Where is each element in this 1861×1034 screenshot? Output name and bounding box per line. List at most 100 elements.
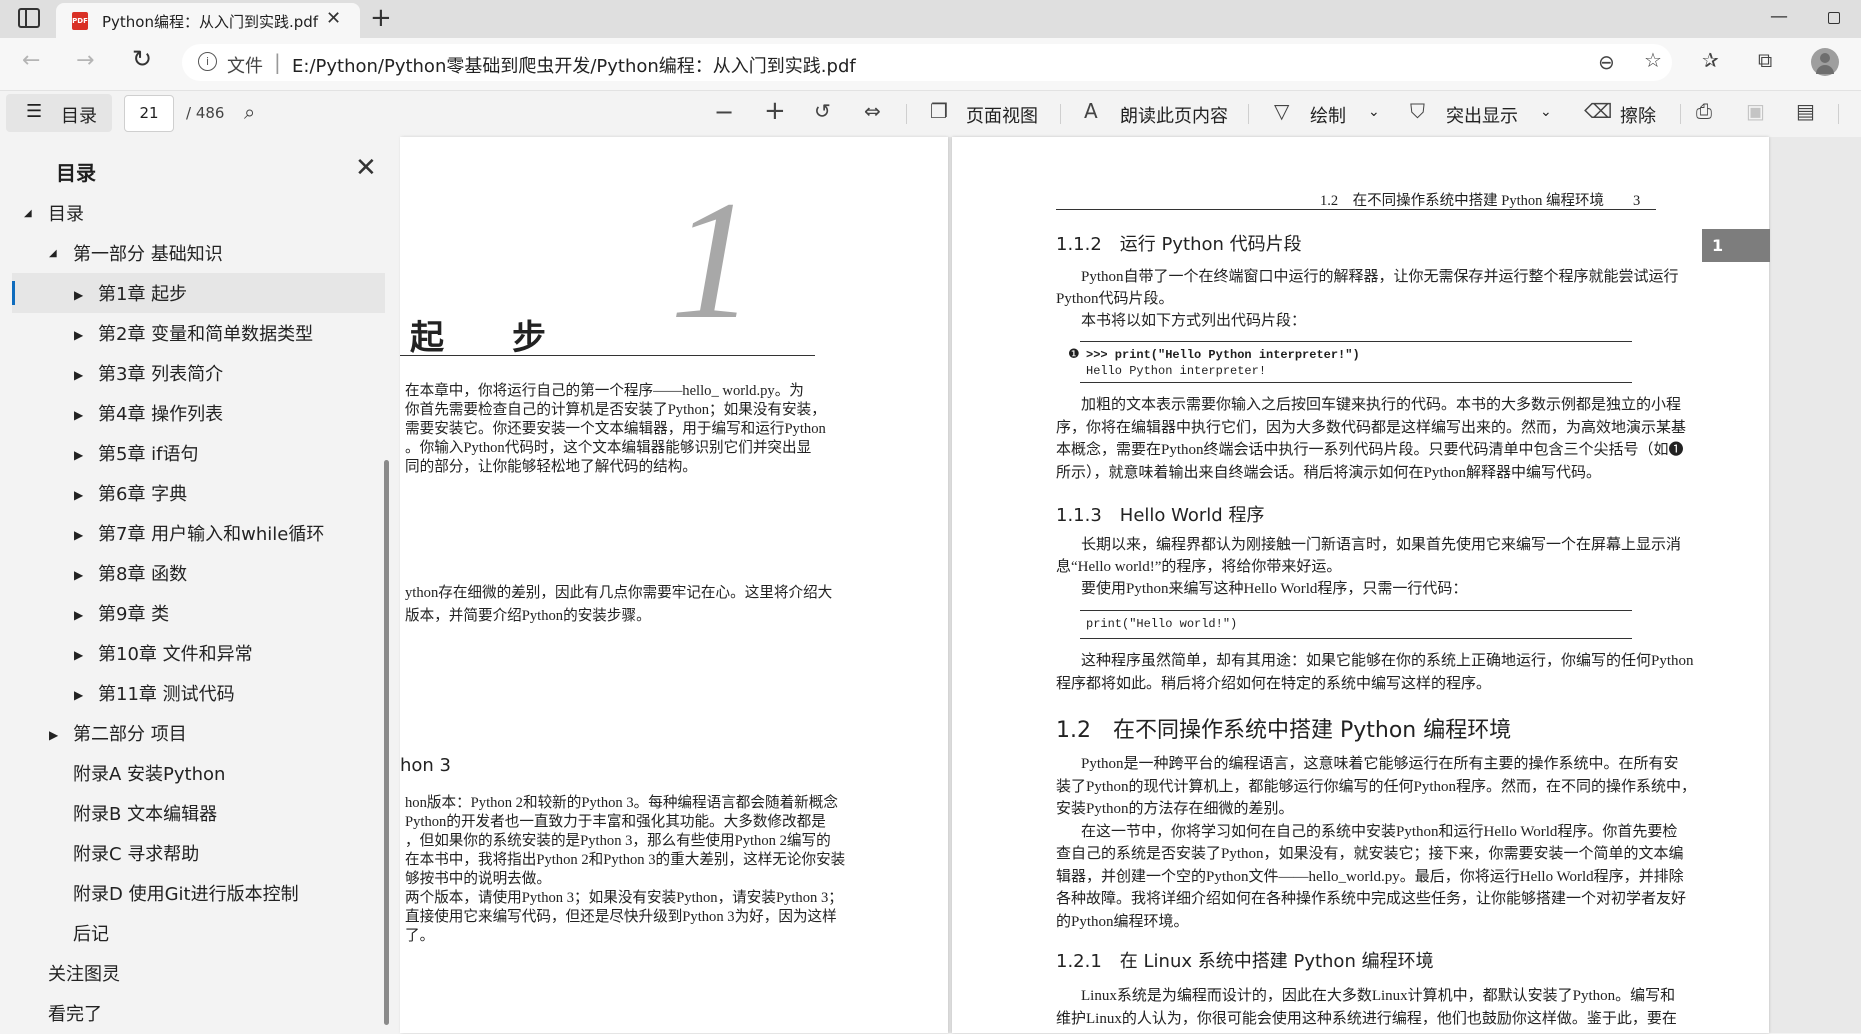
toc-item[interactable]: 第2章 变量和简单数据类型: [98, 316, 313, 354]
back-icon[interactable]: ←: [22, 48, 40, 73]
heading-1-2: 1.2 在不同操作系统中搭建 Python 编程环境: [1056, 718, 1512, 743]
toc-close-icon[interactable]: ✕: [355, 153, 377, 183]
find-icon[interactable]: ⌕: [244, 100, 255, 124]
toc-item[interactable]: 附录D 使用Git进行版本控制: [73, 876, 299, 914]
expand-arrow-icon[interactable]: ▶: [49, 728, 58, 742]
save-icon: ▣: [1746, 99, 1765, 123]
expand-arrow-icon[interactable]: ▶: [74, 408, 83, 422]
toc-item[interactable]: 第5章 if语句: [98, 436, 199, 474]
zoom-out-icon[interactable]: ⊖: [1598, 50, 1615, 74]
info-icon[interactable]: i: [198, 52, 217, 71]
toc-scrollbar[interactable]: [384, 460, 389, 1025]
toc-item[interactable]: 目录: [48, 196, 84, 234]
highlight-button[interactable]: 突出显示: [1446, 102, 1518, 128]
zoom-in-button[interactable]: +: [764, 96, 786, 126]
toc-item[interactable]: 后记: [73, 916, 109, 954]
toc-item[interactable]: 第4章 操作列表: [98, 396, 223, 434]
forward-icon[interactable]: →: [76, 48, 94, 73]
highlight-icon[interactable]: ⛉: [1410, 99, 1425, 123]
toc-item-label: 第1章 起步: [98, 284, 188, 305]
code2-line: print("Hello world!"): [1086, 617, 1238, 631]
toc-item-label: 附录B 文本编辑器: [73, 804, 218, 825]
restore-icon[interactable]: [1828, 12, 1840, 24]
minimize-icon[interactable]: —: [1770, 6, 1788, 27]
draw-chevron-down-icon[interactable]: ⌄: [1368, 104, 1380, 120]
toc-item[interactable]: 第7章 用户输入和while循环: [98, 516, 324, 554]
toc-item-label: 第3章 列表简介: [98, 364, 224, 385]
text-line: Python是一种跨平台的编程语言，这意味着它能够运行在所有主要的操作系统中。在…: [1081, 756, 1679, 772]
tab-title: Python编程：从入门到实践.pdf: [102, 13, 319, 31]
draw-icon[interactable]: ▽: [1274, 99, 1289, 123]
expand-arrow-icon[interactable]: ▶: [74, 648, 83, 662]
read-aloud-button[interactable]: 朗读此页内容: [1120, 102, 1228, 128]
toc-item-label: 第11章 测试代码: [98, 684, 235, 705]
toc-item[interactable]: 第8章 函数: [98, 556, 187, 594]
draw-button[interactable]: 绘制: [1310, 102, 1346, 128]
code-line-1: >>> print("Hello Python interpreter!"): [1086, 348, 1360, 362]
toc-item[interactable]: 附录C 寻求帮助: [73, 836, 199, 874]
toc-item[interactable]: 关注图灵: [48, 956, 120, 994]
expand-arrow-icon[interactable]: ▶: [74, 688, 83, 702]
toc-item[interactable]: 第10章 文件和异常: [98, 636, 253, 674]
toc-item-label: 第5章 if语句: [98, 444, 199, 465]
toc-item[interactable]: 第一部分 基础知识: [73, 236, 223, 274]
collapse-arrow-icon[interactable]: ◢: [49, 248, 57, 259]
toolbar-divider: [906, 104, 907, 124]
tab-active[interactable]: PDF Python编程：从入门到实践.pdf ✕: [56, 3, 360, 38]
tab-actions-icon[interactable]: [18, 8, 40, 28]
collections-icon[interactable]: ⧉: [1758, 48, 1772, 72]
toc-item[interactable]: 附录A 安装Python: [73, 756, 225, 794]
refresh-icon[interactable]: ↻: [132, 45, 152, 73]
chapter-title: 起 步: [410, 318, 546, 358]
toc-item-label: 第8章 函数: [98, 564, 188, 585]
favorite-add-icon[interactable]: ☆: [1644, 48, 1662, 72]
address-separator: |: [274, 50, 281, 74]
url-box[interactable]: i 文件 | E:/Python/Python零基础到爬虫开发/Python编程…: [182, 44, 1672, 81]
tab-close-icon[interactable]: ✕: [326, 8, 341, 29]
print-icon[interactable]: ⎙: [1696, 99, 1712, 123]
toc-selected-indicator: [12, 281, 15, 305]
toc-item[interactable]: 看完了: [48, 996, 102, 1034]
toc-toggle-button[interactable]: ☰ 目录: [6, 94, 112, 132]
highlight-chevron-down-icon[interactable]: ⌄: [1540, 104, 1552, 120]
expand-arrow-icon[interactable]: ▶: [74, 528, 83, 542]
favorites-icon[interactable]: ✰: [1702, 48, 1719, 72]
toc-item[interactable]: 第6章 字典: [98, 476, 187, 514]
pdf-page-left: 1 起 步 在本章中，你将运行自己的第一个程序——hello_ world.py…: [400, 137, 948, 1033]
text-line: 维护Linux的人认为，你很可能会使用这种系统进行编程，他们也鼓励你这样做。鉴于…: [1056, 1010, 1677, 1027]
fit-page-icon[interactable]: ⇔: [864, 99, 881, 123]
expand-arrow-icon[interactable]: ▶: [74, 328, 83, 342]
toc-item-label: 第一部分 基础知识: [73, 244, 223, 265]
toc-item[interactable]: 第二部分 项目: [73, 716, 187, 754]
collapse-arrow-icon[interactable]: ◢: [24, 208, 32, 219]
toc-item[interactable]: 附录B 文本编辑器: [73, 796, 217, 834]
chapter-title-rule: [400, 355, 815, 356]
toc-item[interactable]: 第9章 类: [98, 596, 169, 634]
text-line: 加粗的文本表示需要你输入之后按回车键来执行的代码。本书的大多数示例都是独立的小程: [1081, 397, 1682, 413]
expand-arrow-icon[interactable]: ▶: [74, 488, 83, 502]
address-url[interactable]: E:/Python/Python零基础到爬虫开发/Python编程：从入门到实践…: [292, 52, 856, 78]
toc-item[interactable]: 第11章 测试代码: [98, 676, 235, 714]
expand-arrow-icon[interactable]: ▶: [74, 368, 83, 382]
page-number-input[interactable]: 21: [124, 95, 174, 132]
toc-item-label: 第4章 操作列表: [98, 404, 224, 425]
toc-item[interactable]: 第1章 起步: [98, 276, 187, 314]
new-tab-icon[interactable]: +: [370, 3, 392, 33]
eraser-icon[interactable]: ⌫: [1584, 99, 1612, 123]
toc-item-label: 关注图灵: [48, 964, 120, 985]
code2-rule-bottom: [1080, 638, 1632, 639]
text-line: 版本，并简要介绍Python的安装步骤。: [405, 608, 651, 624]
rotate-icon[interactable]: ↺: [814, 99, 831, 123]
read-aloud-icon[interactable]: A: [1084, 99, 1098, 123]
profile-avatar[interactable]: [1811, 48, 1839, 76]
zoom-out-button[interactable]: −: [714, 98, 734, 126]
page-view-icon[interactable]: ❐: [930, 99, 948, 123]
erase-button[interactable]: 擦除: [1620, 102, 1656, 128]
toc-item[interactable]: 第3章 列表简介: [98, 356, 223, 394]
expand-arrow-icon[interactable]: ▶: [74, 448, 83, 462]
expand-arrow-icon[interactable]: ▶: [74, 288, 83, 302]
page-view-button[interactable]: 页面视图: [966, 102, 1038, 128]
expand-arrow-icon[interactable]: ▶: [74, 608, 83, 622]
expand-arrow-icon[interactable]: ▶: [74, 568, 83, 582]
save-as-icon[interactable]: ▤: [1796, 99, 1815, 123]
